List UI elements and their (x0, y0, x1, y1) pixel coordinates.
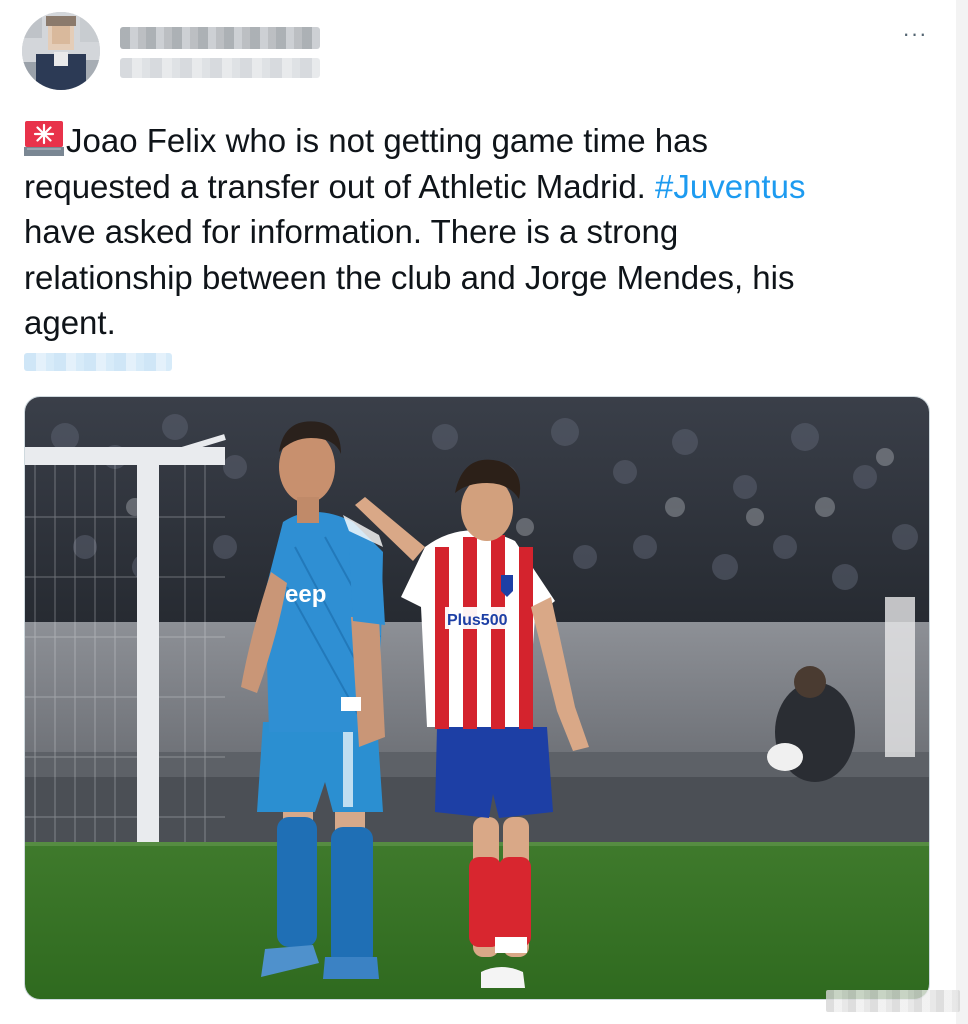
tweet-card: ··· Joao Felix who is not getting game t… (0, 0, 968, 1024)
jersey-sponsor-left: eep (285, 581, 326, 608)
jersey-sponsor-right: Plus500 (447, 612, 508, 629)
watermark-redacted (826, 990, 960, 1012)
avatar-image (22, 12, 100, 90)
more-options-button[interactable]: ··· (896, 20, 934, 48)
username-redacted[interactable] (120, 58, 320, 78)
translate-tweet-link-redacted[interactable] (24, 353, 172, 371)
tweet-text-line-2: requested a transfer out of Athletic Mad… (24, 164, 924, 210)
football-photo: eep Plus500 (25, 397, 929, 999)
hashtag-link-juventus[interactable]: #Juventus (655, 168, 805, 205)
more-horizontal-icon: ··· (902, 21, 928, 46)
avatar[interactable] (22, 12, 100, 90)
tweet-text-line-4: relationship between the club and Jorge … (24, 258, 795, 296)
tweet-text-segment-2: requested a transfer out of Athletic Mad… (24, 167, 656, 205)
tweet-text: Joao Felix who is not getting game time … (24, 118, 924, 346)
display-name-redacted[interactable] (120, 27, 320, 49)
tweet-text-line-3: have asked for information. There is a s… (24, 213, 679, 250)
rotating-light-icon (24, 121, 64, 156)
tweet-text-line-1: Joao Felix who is not getting game time … (24, 118, 924, 164)
tweet-text-segment-1: Joao Felix who is not getting game time … (66, 122, 709, 159)
tweet-text-line-5: agent. (24, 304, 116, 341)
tweet-photo[interactable]: eep Plus500 (24, 396, 930, 1000)
scrollbar-track (956, 0, 968, 1024)
